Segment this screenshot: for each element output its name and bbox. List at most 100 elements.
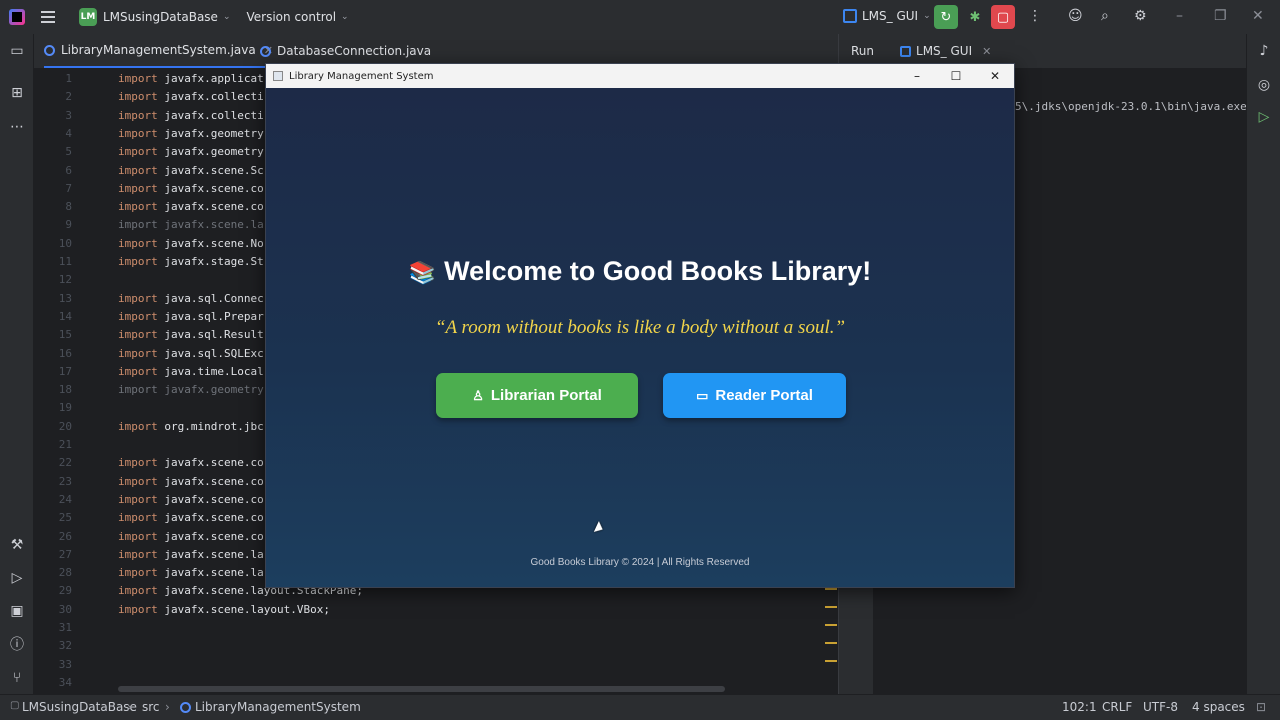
code-text: javafx.stage.St bbox=[157, 255, 264, 268]
code-line[interactable]: import javafx.scene.co bbox=[118, 491, 264, 509]
code-line[interactable]: import javafx.geometry bbox=[118, 381, 264, 399]
code-line[interactable]: import java.sql.Result bbox=[118, 326, 264, 344]
code-text: javafx.scene.No bbox=[157, 236, 264, 250]
console-output: 5\.jdks\openjdk-23.0.1\bin\java.exe bbox=[1015, 100, 1247, 113]
open-book-icon: ▭ bbox=[696, 387, 709, 403]
tab-label: DatabaseConnection.java bbox=[277, 44, 432, 58]
terminal-icon[interactable]: ▣ bbox=[8, 602, 26, 620]
git-branch-icon[interactable]: ⑂ bbox=[8, 669, 26, 687]
line-number: 11 bbox=[58, 255, 72, 268]
tab-librarymanagementsystem[interactable]: LibraryManagementSystem.java ✕ bbox=[44, 34, 273, 68]
more-actions-icon[interactable]: ⋮ bbox=[1028, 8, 1042, 24]
app-minimize-icon[interactable]: – bbox=[898, 64, 936, 88]
code-line[interactable]: import java.time.Local bbox=[118, 363, 264, 381]
code-line[interactable]: import javafx.collecti bbox=[118, 88, 264, 106]
code-line[interactable]: import javafx.scene.co bbox=[118, 454, 264, 472]
code-text: javafx.geometry bbox=[157, 383, 264, 397]
version-control-dropdown[interactable]: Version control bbox=[247, 10, 337, 24]
code-line[interactable]: import java.sql.SQLExc bbox=[118, 345, 264, 363]
app-maximize-icon[interactable]: ☐ bbox=[937, 64, 975, 88]
code-line[interactable]: import javafx.scene.co bbox=[118, 473, 264, 491]
code-line[interactable]: import javafx.geometry bbox=[118, 125, 264, 143]
app-close-icon[interactable]: ✕ bbox=[976, 64, 1014, 88]
code-keyword: import bbox=[118, 90, 158, 104]
code-text: javafx.scene.co bbox=[157, 456, 264, 470]
code-text: javafx.applicat bbox=[157, 72, 264, 85]
code-text: java.time.Local bbox=[157, 364, 264, 378]
settings-gear-icon[interactable]: ⚙ bbox=[1134, 8, 1147, 24]
rerun-button[interactable]: ↻ bbox=[934, 5, 958, 29]
code-text: javafx.geometry bbox=[157, 126, 264, 140]
code-line[interactable]: import javafx.stage.St bbox=[118, 253, 264, 271]
code-line[interactable]: import javafx.applicat bbox=[118, 70, 264, 88]
breadcrumb-file[interactable]: LibraryManagementSystem bbox=[195, 700, 361, 714]
librarian-portal-button[interactable]: ♙ Librarian Portal bbox=[436, 373, 638, 418]
add-user-icon[interactable]: ☺ bbox=[1068, 8, 1083, 24]
code-line[interactable]: import javafx.scene.la bbox=[118, 564, 264, 582]
restore-window-icon[interactable]: ❐ bbox=[1214, 8, 1227, 24]
ai-assistant-icon[interactable]: ◎ bbox=[1255, 76, 1273, 94]
cursor-position[interactable]: 102:1 bbox=[1062, 700, 1097, 714]
horizontal-scrollbar[interactable] bbox=[118, 686, 725, 692]
warning-mark[interactable] bbox=[825, 642, 837, 644]
more-tools-icon[interactable]: ⋯ bbox=[8, 118, 26, 136]
app-config-icon bbox=[900, 45, 912, 57]
project-folder-icon[interactable]: ▭ bbox=[8, 42, 26, 60]
notifications-bell-icon[interactable]: ♪ bbox=[1255, 42, 1273, 60]
code-line[interactable]: import javafx.scene.co bbox=[118, 509, 264, 527]
warning-mark[interactable] bbox=[825, 660, 837, 662]
line-number: 20 bbox=[58, 419, 72, 433]
code-line[interactable]: import javafx.scene.layout.VBox; bbox=[118, 601, 330, 619]
search-icon[interactable]: ⌕ bbox=[1101, 8, 1109, 24]
build-hammer-icon[interactable]: ⚒ bbox=[8, 536, 26, 554]
file-encoding[interactable]: UTF-8 bbox=[1143, 700, 1178, 714]
code-line[interactable]: import org.mindrot.jbc bbox=[118, 418, 264, 436]
code-line[interactable]: import javafx.scene.la bbox=[118, 546, 264, 564]
close-window-icon[interactable]: ✕ bbox=[1252, 8, 1264, 24]
minimize-window-icon[interactable]: – bbox=[1176, 8, 1183, 24]
code-keyword: import bbox=[118, 511, 158, 525]
code-line[interactable]: import javafx.collecti bbox=[118, 107, 264, 125]
run-tab-label[interactable]: LMS_ GUI bbox=[916, 44, 972, 58]
main-menu-icon[interactable] bbox=[41, 11, 55, 23]
code-keyword: import bbox=[118, 383, 158, 397]
line-number: 7 bbox=[65, 181, 72, 195]
line-number: 29 bbox=[58, 584, 72, 598]
reader-portal-button[interactable]: ▭ Reader Portal bbox=[663, 373, 846, 418]
project-badge: LM bbox=[79, 8, 97, 26]
books-icon: 📚 bbox=[408, 260, 437, 285]
code-keyword: import bbox=[118, 474, 158, 488]
run-tool-icon[interactable]: ▷ bbox=[1255, 108, 1273, 126]
stop-button[interactable]: ▢ bbox=[991, 5, 1015, 29]
code-line[interactable]: import java.sql.Prepar bbox=[118, 308, 264, 326]
line-number: 31 bbox=[58, 621, 72, 634]
line-separator[interactable]: CRLF bbox=[1102, 700, 1132, 714]
breadcrumb-src[interactable]: src bbox=[142, 700, 160, 714]
debug-button[interactable]: ✱ bbox=[963, 5, 987, 29]
code-line[interactable]: import javafx.scene.co bbox=[118, 180, 264, 198]
lock-icon[interactable]: ⊡ bbox=[1256, 700, 1266, 714]
code-line[interactable]: import javafx.scene.la bbox=[118, 216, 264, 234]
status-bar: ▢ LMSusingDataBase › src › LibraryManage… bbox=[0, 694, 1280, 720]
code-line[interactable]: import javafx.scene.co bbox=[118, 528, 264, 546]
intellij-logo-icon bbox=[9, 9, 25, 25]
code-line[interactable]: import javafx.scene.No bbox=[118, 235, 264, 253]
warning-mark[interactable] bbox=[825, 624, 837, 626]
close-tab-icon[interactable]: ✕ bbox=[982, 45, 991, 58]
breadcrumb-project[interactable]: LMSusingDataBase bbox=[22, 700, 137, 714]
line-number: 2 bbox=[65, 90, 72, 104]
code-text: java.sql.Connec bbox=[157, 291, 264, 305]
run-config-selector[interactable]: LMS_ GUI ⌄ bbox=[843, 9, 931, 23]
quote-text: “A room without books is like a body wit… bbox=[434, 317, 846, 338]
indent-setting[interactable]: 4 spaces bbox=[1192, 700, 1245, 714]
code-line[interactable]: import javafx.scene.Sc bbox=[118, 162, 264, 180]
warning-mark[interactable] bbox=[825, 588, 837, 590]
structure-icon[interactable]: ⊞ bbox=[8, 84, 26, 102]
warning-mark[interactable] bbox=[825, 606, 837, 608]
code-line[interactable]: import javafx.scene.co bbox=[118, 198, 264, 216]
code-line[interactable]: import javafx.geometry bbox=[118, 143, 264, 161]
code-line[interactable]: import java.sql.Connec bbox=[118, 290, 264, 308]
project-name-dropdown[interactable]: LMSusingDataBase bbox=[103, 10, 218, 24]
problems-icon[interactable]: ⓘ bbox=[8, 636, 26, 654]
services-icon[interactable]: ▷ bbox=[8, 569, 26, 587]
